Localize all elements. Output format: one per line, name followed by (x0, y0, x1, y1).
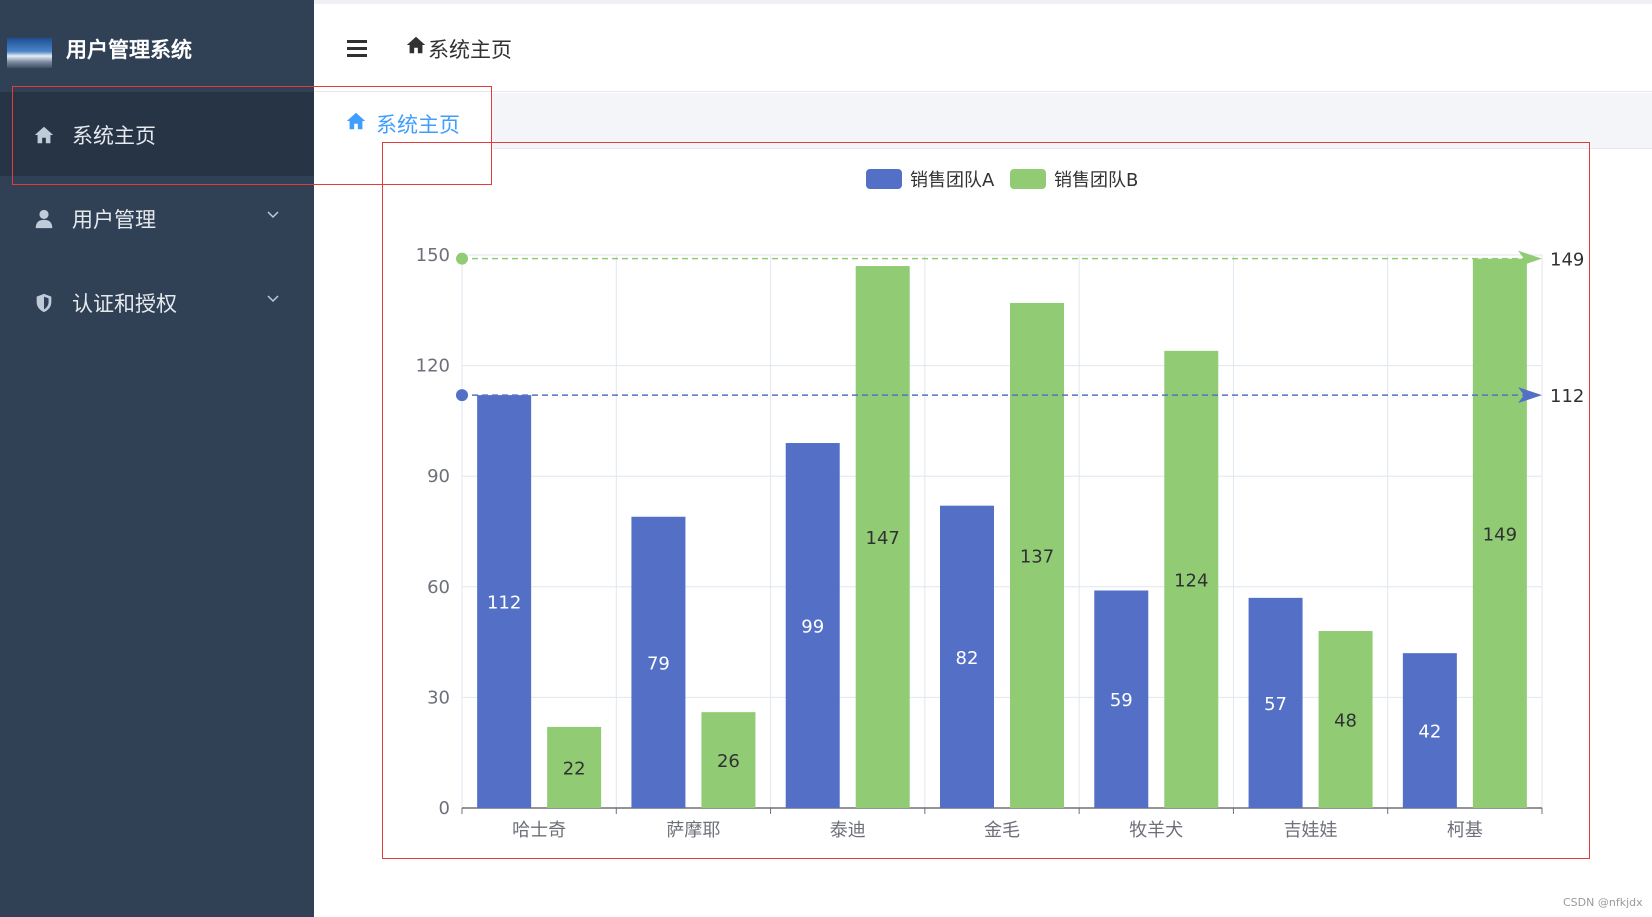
data-label: 149 (1483, 524, 1517, 545)
max-line-start (456, 252, 468, 265)
y-tick-label: 0 (439, 798, 450, 819)
data-label: 59 (1110, 690, 1133, 711)
data-label: 137 (1020, 546, 1054, 567)
data-label: 82 (956, 648, 979, 669)
bar-chart: 0 30 60 90 120 150 哈士奇 萨摩耶 泰迪 金毛 牧羊犬 吉娃娃 柯基 112 79 99 82… (416, 169, 1584, 841)
data-label: 79 (647, 653, 670, 674)
max-line-label: 112 (1550, 386, 1584, 407)
y-tick-label: 90 (427, 466, 450, 487)
max-line-label: 149 (1550, 250, 1584, 271)
x-tick-label: 牧羊犬 (1129, 820, 1183, 841)
y-tick-label: 150 (416, 245, 450, 266)
data-label: 42 (1418, 722, 1441, 743)
legend-swatch (1010, 169, 1046, 189)
legend-label: 销售团队A (910, 170, 995, 191)
data-label: 99 (801, 617, 824, 638)
x-tick-label: 萨摩耶 (666, 820, 720, 841)
legend-swatch (866, 169, 902, 189)
x-tick-label: 吉娃娃 (1284, 820, 1338, 841)
y-tick-label: 30 (427, 687, 450, 708)
data-label: 22 (563, 758, 586, 779)
x-tick-label: 金毛 (984, 820, 1020, 841)
data-label: 57 (1264, 694, 1287, 715)
x-tick-label: 哈士奇 (512, 820, 566, 841)
x-tick-label: 泰迪 (830, 820, 866, 841)
watermark: CSDN @nfkjdx (1563, 896, 1643, 909)
data-label: 147 (866, 528, 900, 549)
legend-label: 销售团队B (1054, 170, 1138, 191)
x-tick-label: 柯基 (1447, 820, 1483, 841)
y-tick-label: 60 (427, 577, 450, 598)
max-line-start (456, 389, 468, 402)
data-label: 26 (717, 751, 740, 772)
data-label: 48 (1334, 711, 1357, 732)
data-label: 112 (487, 593, 521, 614)
y-tick-label: 120 (416, 356, 450, 377)
data-label: 124 (1174, 570, 1208, 591)
